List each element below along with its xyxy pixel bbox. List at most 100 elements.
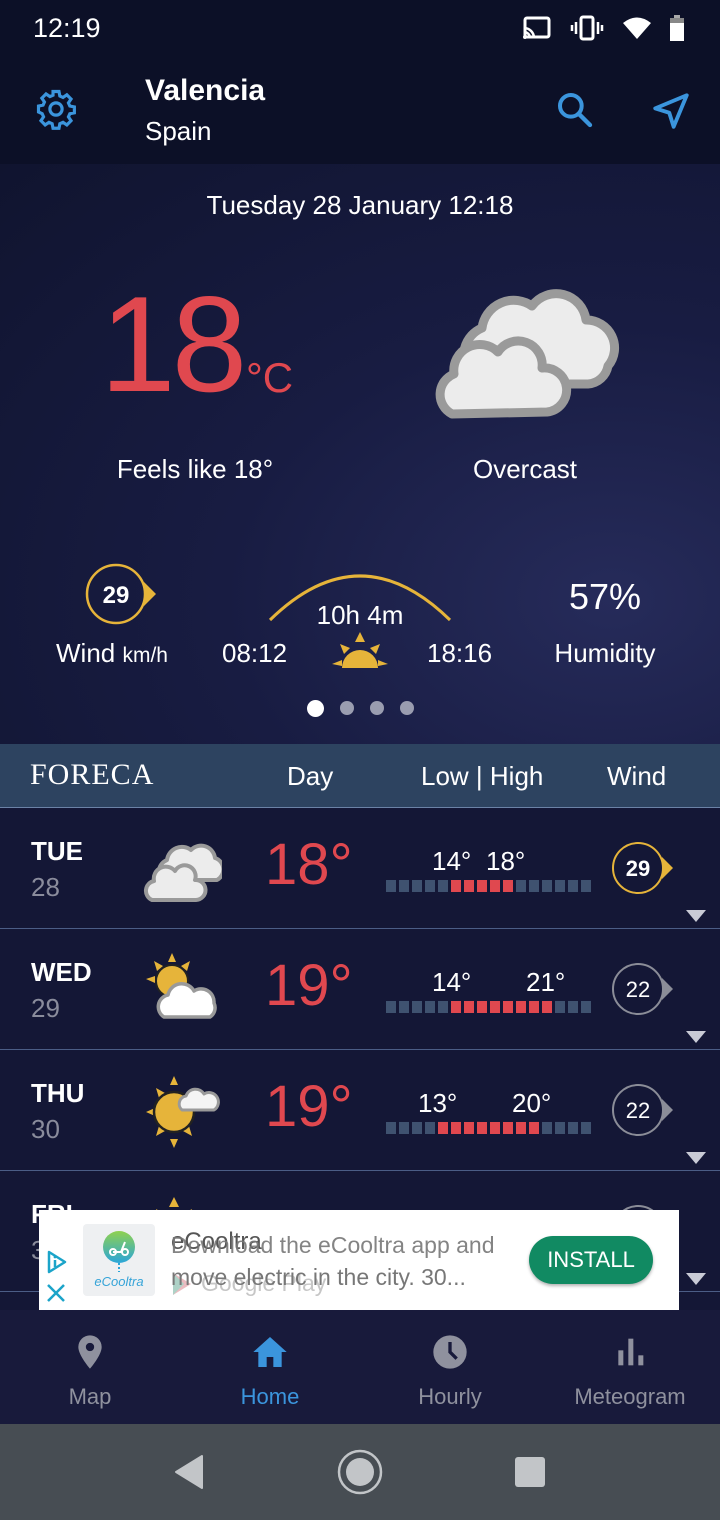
recents-icon[interactable] [514, 1456, 546, 1488]
range-segment [386, 1001, 396, 1013]
sunset-time: 18:16 [427, 638, 493, 668]
page-dot-1[interactable] [306, 700, 324, 717]
column-low-high: Low | High [421, 761, 544, 791]
adchoices-icon[interactable] [45, 1250, 69, 1274]
bar-chart-icon [618, 1338, 644, 1366]
day-date: 29 [31, 993, 60, 1023]
forecast-header: FORECA Day Low | High Wind [0, 744, 720, 808]
nav-label-meteogram: Meteogram [574, 1384, 686, 1409]
forecast-row[interactable]: WED 29 19° 14° 21° 22 [0, 929, 720, 1050]
humidity-value: 57% [568, 576, 642, 617]
wind-direction-icon: 29 [612, 842, 673, 894]
home-icon [253, 1337, 287, 1367]
temperature-range-bar [386, 880, 591, 892]
day-date: 28 [31, 872, 60, 902]
range-segment-active [516, 1001, 526, 1013]
temperature-range-bar [386, 1122, 591, 1134]
bottom-navigation: Map Home Hourly Meteogram [0, 1310, 720, 1424]
current-conditions-panel[interactable]: Tuesday 28 January 12:18 18 °C Feels lik… [0, 164, 720, 744]
svg-text:29: 29 [626, 856, 650, 881]
humidity-label: Humidity [554, 638, 656, 668]
range-segment-active [464, 1001, 474, 1013]
page-indicator[interactable] [0, 700, 720, 717]
back-icon[interactable] [172, 1454, 206, 1490]
range-segment [399, 1122, 409, 1134]
forecast-row[interactable]: TUE 28 18° 14° 18° 29 [0, 808, 720, 929]
range-segment [438, 1001, 448, 1013]
range-segment-active [477, 1122, 487, 1134]
range-segment-active [503, 1001, 513, 1013]
wind-label: Wind km/h [56, 638, 168, 669]
nav-label-map: Map [68, 1384, 112, 1409]
range-segment-active [503, 880, 513, 892]
range-segment-active [451, 1001, 461, 1013]
location-country[interactable]: Spain [145, 116, 212, 147]
range-segment [568, 1001, 578, 1013]
nav-item-home[interactable]: Home [180, 1310, 360, 1424]
range-segment-active [451, 880, 461, 892]
forecast-row[interactable]: THU 30 19° 13° 20° 22 [0, 1050, 720, 1171]
nav-item-meteogram[interactable]: Meteogram [540, 1310, 720, 1424]
svg-text:22: 22 [626, 1098, 650, 1123]
day-date: 30 [31, 1114, 60, 1144]
home-circle-icon[interactable] [336, 1448, 384, 1496]
page-dot-2[interactable] [339, 701, 354, 715]
svg-text:22: 22 [626, 977, 650, 1002]
high-temperature: 18° [486, 846, 526, 876]
expand-chevron-icon[interactable] [686, 1031, 706, 1043]
range-segment [568, 880, 578, 892]
low-temperature: 13° [418, 1088, 458, 1118]
page-dot-3[interactable] [369, 701, 384, 715]
expand-chevron-icon[interactable] [686, 910, 706, 922]
range-segment [555, 1122, 565, 1134]
range-segment-active [503, 1122, 513, 1134]
current-datetime: Tuesday 28 January 12:18 [206, 190, 514, 220]
sunrise-sun-icon [332, 632, 388, 668]
range-segment [425, 1001, 435, 1013]
range-segment-active [451, 1122, 461, 1134]
range-segment-active [516, 1122, 526, 1134]
expand-chevron-icon[interactable] [686, 1152, 706, 1164]
wind-direction-icon: 22 [612, 1084, 673, 1136]
cast-icon [523, 16, 551, 39]
sunrise-time: 08:12 [222, 638, 288, 668]
temperature-range-bar [386, 1001, 591, 1013]
range-segment [555, 880, 565, 892]
page-dot-4[interactable] [399, 701, 414, 715]
range-segment-active [542, 1001, 552, 1013]
wind-unit: km/h [122, 644, 168, 667]
range-segment [581, 880, 591, 892]
nav-item-map[interactable]: Map [0, 1310, 180, 1424]
condition-text: Overcast [472, 454, 578, 484]
day-temperature: 19° [265, 953, 353, 1018]
range-segment [386, 1122, 396, 1134]
install-button[interactable]: INSTALL [529, 1236, 653, 1284]
ad-banner[interactable]: eCooltra eCooltra Download the eCooltra … [39, 1210, 679, 1310]
range-segment-active [490, 1122, 500, 1134]
range-segment [399, 1001, 409, 1013]
range-segment [555, 1001, 565, 1013]
day-temperature: 19° [265, 1074, 353, 1139]
range-segment-active [464, 880, 474, 892]
close-icon[interactable] [45, 1282, 67, 1304]
advertiser-logo[interactable]: eCooltra [83, 1224, 155, 1296]
range-segment-active [438, 1122, 448, 1134]
system-navigation-bar [0, 1424, 720, 1520]
overcast-icon [143, 843, 222, 902]
day-name: TUE [31, 836, 83, 866]
temperature-unit: °C [246, 354, 294, 401]
column-wind: Wind [607, 761, 667, 791]
app-bar: Valencia Spain [0, 56, 720, 164]
settings-gear-icon[interactable] [35, 88, 77, 130]
range-segment-active [490, 880, 500, 892]
search-icon[interactable] [555, 90, 595, 130]
my-location-icon[interactable] [650, 90, 692, 132]
wifi-icon [623, 17, 651, 39]
location-city[interactable]: Valencia [145, 74, 265, 108]
expand-chevron-icon[interactable] [686, 1273, 706, 1285]
range-segment-active [477, 880, 487, 892]
partly-cloudy-icon [146, 953, 217, 1019]
high-temperature: 21° [526, 967, 566, 997]
high-temperature: 20° [512, 1088, 552, 1118]
nav-item-hourly[interactable]: Hourly [360, 1310, 540, 1424]
